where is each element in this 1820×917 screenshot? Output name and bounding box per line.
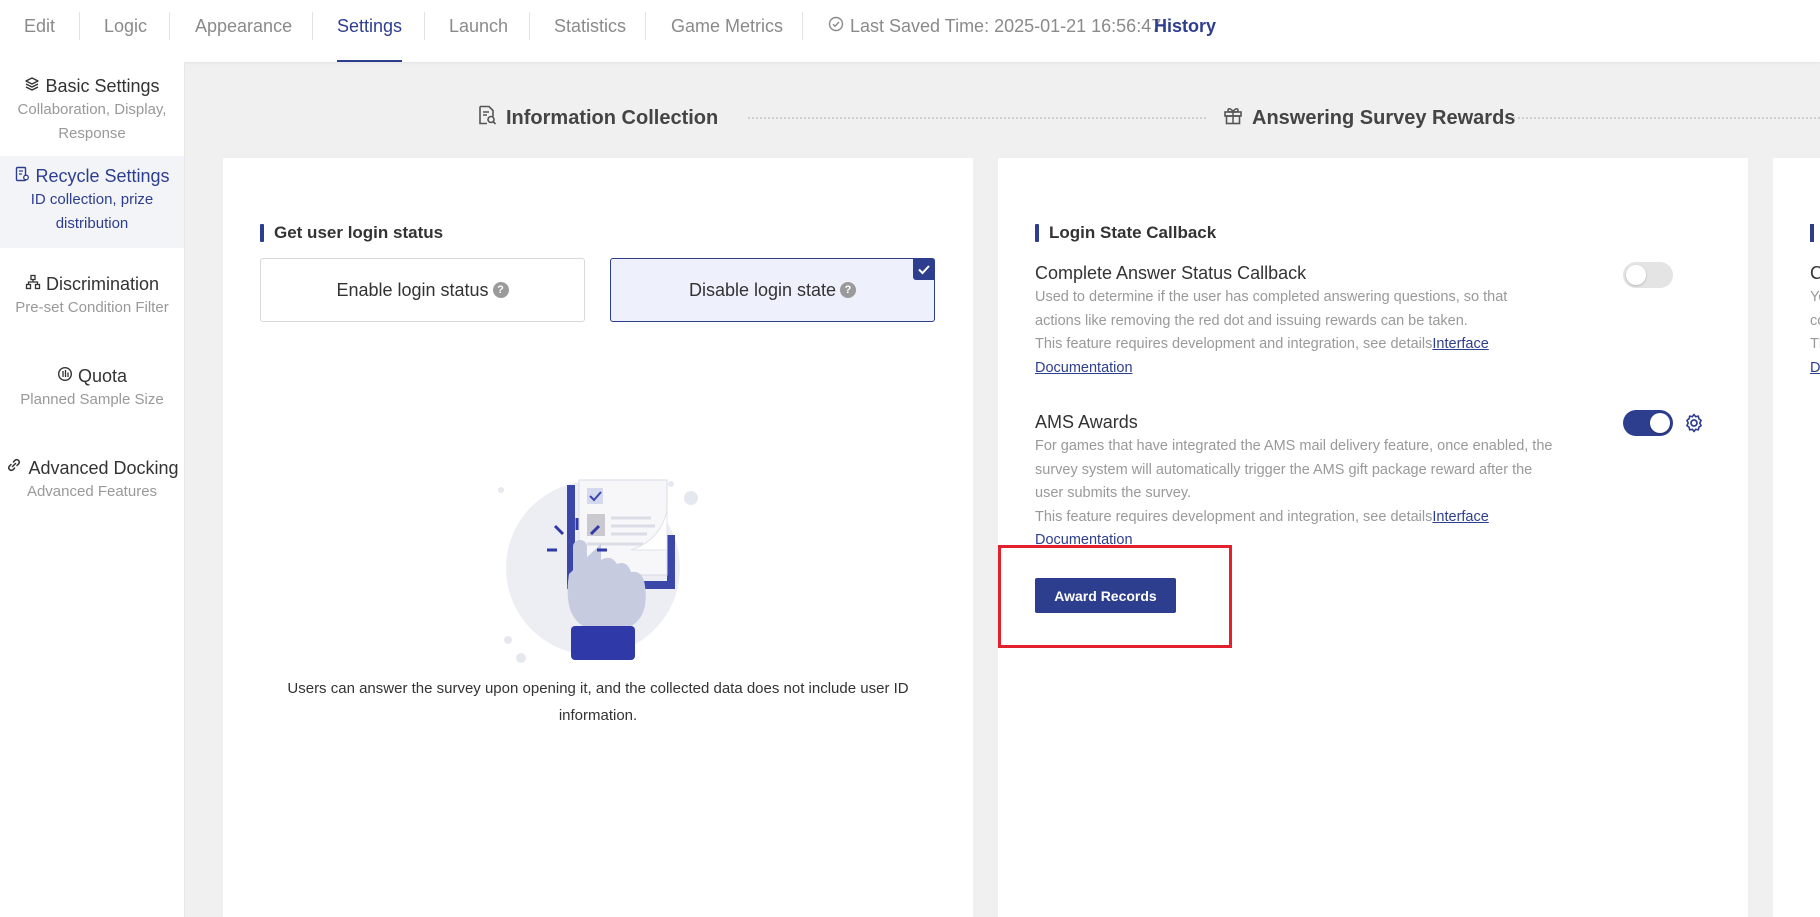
peek-title: C — [1810, 263, 1820, 283]
help-icon[interactable]: ? — [840, 282, 857, 298]
step-information-collection: Information Collection — [476, 104, 718, 132]
tab-appearance[interactable]: Appearance — [195, 14, 292, 62]
answering-survey-rewards-card: Login State Callback Complete Answer Sta… — [998, 158, 1748, 917]
sidebar-item-quota[interactable]: Quota Planned Sample Size — [0, 364, 184, 428]
top-nav: Edit Logic Appearance Settings Launch St… — [0, 0, 1820, 62]
login-status-caption: Users can answer the survey upon opening… — [287, 680, 909, 724]
tab-settings[interactable]: Settings — [337, 14, 403, 62]
ams-awards-title: AMS Awards — [1035, 412, 1138, 432]
sidebar-item-recycle-settings[interactable]: Recycle Settings ID collection, prize di… — [0, 156, 184, 248]
ams-awards-toggle[interactable] — [1623, 410, 1673, 436]
document-settings-icon — [14, 164, 30, 188]
step-connector — [748, 117, 1206, 119]
step-connector — [1513, 117, 1820, 119]
tab-launch[interactable]: Launch — [449, 14, 508, 62]
step-label: Answering Survey Rewards — [1252, 106, 1516, 129]
layers-icon — [24, 74, 40, 98]
callback-requirement: This feature requires development and in… — [1035, 333, 1555, 380]
tab-divider — [802, 12, 803, 40]
ams-awards-description: For games that have integrated the AMS m… — [1035, 435, 1555, 553]
peek-link[interactable]: D — [1810, 360, 1820, 376]
requirement-text: This feature requires development and in… — [1035, 508, 1433, 525]
tab-edit[interactable]: Edit — [24, 14, 55, 62]
section-title: Login State Callback — [1035, 222, 1216, 244]
toggle-knob — [1626, 265, 1646, 285]
tab-divider — [79, 12, 80, 40]
toggle-knob — [1650, 413, 1670, 433]
information-collection-card: Get user login status Enable login statu… — [223, 158, 973, 917]
section-marker — [1810, 224, 1814, 242]
ams-desc-text: For games that have integrated the AMS m… — [1035, 438, 1553, 501]
enable-login-status-option[interactable]: Enable login status ? — [260, 258, 585, 322]
peek-line: Yo — [1810, 289, 1820, 305]
sidebar-item-label: Basic Settings — [45, 76, 160, 96]
section-title: Get user login status — [260, 222, 443, 244]
option-label: Enable login status — [336, 279, 489, 300]
sidebar-item-discrimination[interactable]: Discrimination Pre-set Condition Filter — [0, 272, 184, 336]
link-icon — [5, 456, 23, 480]
history-link[interactable]: History — [1154, 14, 1216, 38]
hierarchy-icon — [25, 272, 41, 296]
checkmark-icon — [913, 258, 935, 280]
sidebar-item-label: Recycle Settings — [35, 166, 170, 186]
highlight-box — [998, 545, 1232, 648]
settings-sidebar: Basic Settings Collaboration, Display, R… — [0, 62, 185, 917]
sidebar-item-sub: Advanced Features — [26, 483, 158, 500]
peek-line: co — [1810, 312, 1820, 329]
sidebar-item-advanced-docking[interactable]: Advanced Docking Advanced Features — [0, 456, 184, 520]
tab-divider — [424, 12, 425, 40]
callback-toggle[interactable] — [1623, 262, 1673, 288]
last-saved-status: Last Saved Time: 2025-01-21 16:56:47 — [828, 14, 1161, 38]
third-step-card: C Yo co Th D — [1773, 158, 1820, 917]
tab-game-metrics[interactable]: Game Metrics — [671, 14, 783, 62]
gear-icon[interactable] — [1683, 412, 1705, 439]
document-search-icon — [476, 104, 498, 132]
callback-desc-text: Used to determine if the user has comple… — [1035, 289, 1508, 329]
tab-statistics[interactable]: Statistics — [554, 14, 626, 62]
sidebar-item-sub: Collaboration, Display, Response — [17, 101, 167, 142]
pie-chart-icon — [57, 364, 73, 388]
step-answering-survey-rewards: Answering Survey Rewards — [1222, 104, 1515, 132]
tab-divider — [169, 12, 170, 40]
sidebar-item-label: Discrimination — [45, 274, 160, 294]
last-saved-text: Last Saved Time: 2025-01-21 16:56:47 — [850, 16, 1162, 36]
sidebar-item-sub: Pre-set Condition Filter — [15, 299, 169, 316]
disable-login-state-option[interactable]: Disable login state ? — [610, 258, 935, 322]
peek-line: Th — [1810, 336, 1820, 352]
sidebar-item-label: Advanced Docking — [28, 458, 179, 478]
sidebar-item-sub: ID collection, prize distribution — [30, 191, 154, 232]
callback-title: Complete Answer Status Callback — [1035, 263, 1307, 283]
sidebar-item-sub: Planned Sample Size — [20, 391, 164, 408]
gift-icon — [1222, 104, 1244, 132]
requirement-text: This feature requires development and in… — [1035, 336, 1433, 352]
check-circle-icon — [828, 14, 844, 38]
peek-description: Yo co Th D — [1810, 286, 1820, 380]
option-label: Disable login state — [688, 279, 837, 300]
tab-divider — [529, 12, 530, 40]
tab-logic[interactable]: Logic — [104, 14, 147, 62]
step-label: Information Collection — [506, 106, 719, 129]
tab-divider — [645, 12, 646, 40]
callback-description: Used to determine if the user has comple… — [1035, 286, 1555, 380]
sidebar-item-label: Quota — [77, 366, 128, 386]
sidebar-item-basic-settings[interactable]: Basic Settings Collaboration, Display, R… — [0, 74, 184, 154]
help-icon[interactable]: ? — [492, 282, 509, 298]
tab-divider — [312, 12, 313, 40]
login-illustration — [491, 470, 711, 670]
